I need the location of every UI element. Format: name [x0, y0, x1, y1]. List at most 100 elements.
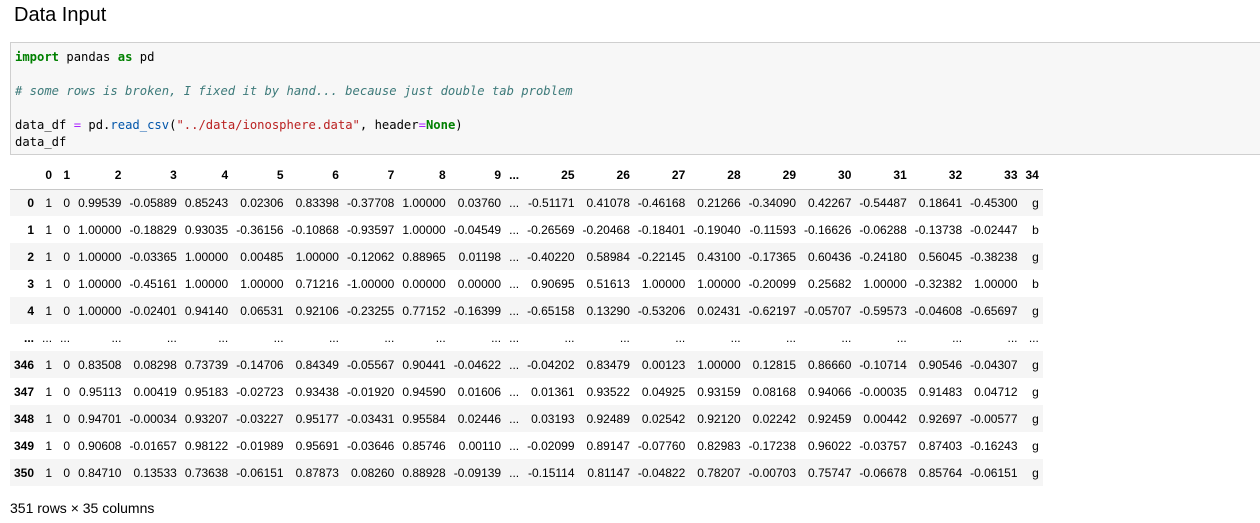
table-cell: 1: [45, 411, 53, 426]
table-cell: 0.93159: [697, 384, 741, 399]
column-header: 3: [125, 162, 181, 190]
table-cell: 1.00000: [402, 222, 446, 237]
table-cell: -0.62197: [748, 303, 796, 318]
table-cell: -0.65697: [970, 303, 1018, 318]
table-cell: -0.14706: [236, 357, 284, 372]
table-cell: 1.00000: [78, 276, 122, 291]
table-cell: -0.15114: [528, 465, 575, 480]
table-cell: -0.02401: [129, 303, 177, 318]
column-header: 26: [578, 162, 634, 190]
table-cell: 0.94701: [78, 411, 122, 426]
table-cell: 0.95691: [295, 438, 339, 453]
table-cell: ...: [509, 357, 520, 372]
table-cell: 1.00000: [697, 357, 741, 372]
code-line-read-csv: data_df = pd.read_csv("../data/ionospher…: [15, 117, 1260, 134]
table-cell: -1.00000: [346, 276, 395, 291]
table-cell: -0.40220: [527, 249, 575, 264]
table-row: 1 1 0 1.00000 -0.18829 0.93035 -0.36156 -0.1086…: [10, 216, 1043, 243]
table-cell: -0.06288: [859, 222, 907, 237]
column-header: 5: [232, 162, 288, 190]
table-cell: 0.89147: [586, 438, 630, 453]
table-cell: 0.82983: [697, 438, 741, 453]
table-cell: 0.87403: [918, 438, 963, 453]
table-cell: 1.00000: [78, 303, 122, 318]
table-cell: ...: [435, 330, 446, 345]
table-cell: ...: [785, 330, 796, 345]
table-cell: 0.94066: [807, 384, 852, 399]
table-cell: 0: [63, 384, 71, 399]
table-cell: 0.94590: [402, 384, 446, 399]
table-cell: -0.01657: [129, 438, 177, 453]
table-cell: 1.00000: [863, 276, 907, 291]
table-cell: 0.95113: [78, 384, 122, 399]
table-cell: 0.03760: [457, 195, 502, 210]
row-index: 3: [27, 276, 35, 291]
table-cell: -0.06151: [970, 465, 1018, 480]
table-cell: 0.56045: [918, 249, 963, 264]
table-cell: 1: [45, 303, 53, 318]
table-cell: ...: [841, 330, 852, 345]
table-cell: -0.03646: [346, 438, 395, 453]
table-cell: 0.43100: [697, 249, 741, 264]
table-cell: g: [1032, 357, 1039, 372]
table-row: 2 1 0 1.00000 -0.03365 1.00000 0.00485 1.00000-…: [10, 243, 1043, 270]
table-cell: g: [1032, 195, 1039, 210]
table-cell: 0.01198: [458, 249, 502, 264]
table-cell: 0.92489: [586, 411, 630, 426]
table-cell: -0.22145: [637, 249, 686, 264]
table-cell: -0.24180: [859, 249, 907, 264]
table-cell: -0.00035: [859, 384, 907, 399]
table-cell: ...: [509, 303, 520, 318]
table-row: ........................................…: [10, 324, 1043, 351]
table-cell: 1: [45, 384, 53, 399]
table-cell: 0.13533: [133, 465, 177, 480]
table-cell: 0.00110: [458, 438, 502, 453]
table-cell: 1: [45, 465, 53, 480]
table-cell: -0.07760: [637, 438, 686, 453]
table-cell: 0: [63, 195, 71, 210]
column-header: 6: [287, 162, 343, 190]
table-cell: 1: [45, 357, 53, 372]
table-cell: g: [1032, 249, 1039, 264]
table-cell: 0.02446: [457, 411, 502, 426]
row-index: 0: [27, 195, 35, 210]
table-cell: 0.18641: [918, 195, 963, 210]
table-cell: ...: [509, 438, 520, 453]
table-cell: -0.18829: [129, 222, 177, 237]
table-cell: -0.17365: [748, 249, 796, 264]
output-variable: data_df: [15, 135, 67, 149]
table-cell: 0: [63, 303, 71, 318]
table-cell: 0.94140: [184, 303, 229, 318]
table-cell: 0.00419: [133, 384, 177, 399]
table-cell: -0.01989: [236, 438, 284, 453]
table-cell: 0.93438: [295, 384, 339, 399]
index-header: [10, 162, 39, 190]
table-cell: 0.91483: [918, 384, 963, 399]
table-cell: -0.53206: [637, 303, 686, 318]
table-cell: -0.11593: [749, 222, 796, 237]
code-cell[interactable]: import pandas as pd # some rows is broke…: [10, 42, 1260, 155]
table-cell: 1.00000: [402, 195, 446, 210]
table-cell: 1: [45, 249, 53, 264]
table-row: 3 1 0 1.00000 -0.45161 1.00000 1.00000 0.71216-…: [10, 270, 1043, 297]
function-name: read_csv: [110, 118, 170, 132]
table-cell: ...: [509, 411, 520, 426]
table-cell: 0.73739: [184, 357, 229, 372]
table-cell: ...: [328, 330, 339, 345]
table-cell: -0.54487: [859, 195, 907, 210]
column-header: 33: [966, 162, 1022, 190]
table-cell: 0.25682: [807, 276, 852, 291]
table-cell: 0.92120: [697, 411, 741, 426]
table-cell: 0: [63, 222, 71, 237]
table-cell: 0: [63, 411, 71, 426]
table-cell: 0.03193: [531, 411, 575, 426]
table-cell: -0.59573: [859, 303, 907, 318]
table-cell: 0.98122: [184, 438, 229, 453]
table-cell: 0.92459: [807, 411, 852, 426]
table-cell: 0.08168: [752, 384, 796, 399]
table-cell: 0.00000: [402, 276, 446, 291]
module-name: pandas: [59, 50, 118, 64]
table-cell: 1.00000: [78, 222, 122, 237]
table-cell: -0.10868: [291, 222, 339, 237]
